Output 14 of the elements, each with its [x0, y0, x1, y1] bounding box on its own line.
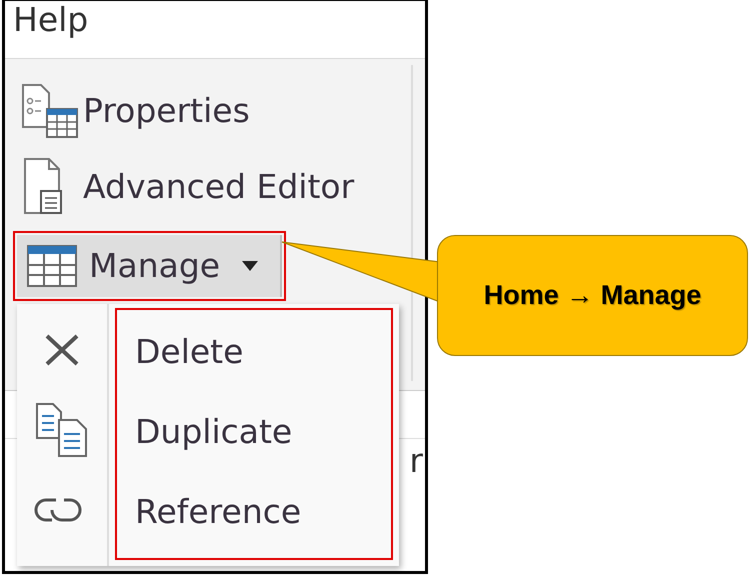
copy-icon — [35, 402, 89, 458]
advanced-editor-button[interactable]: Advanced Editor — [17, 149, 358, 225]
background-text: r — [409, 440, 423, 482]
callout-text: Home → Manage — [484, 279, 702, 312]
ribbon-tab[interactable]: Help — [13, 1, 88, 40]
menu-item[interactable]: Delete — [117, 312, 391, 392]
properties-button[interactable]: Properties — [17, 73, 254, 149]
properties-icon — [21, 83, 79, 139]
menu-item[interactable]: Duplicate — [117, 392, 391, 472]
caret-icon — [242, 261, 258, 271]
menu-item[interactable]: Reference — [117, 472, 391, 552]
table-icon — [27, 245, 77, 287]
manage-button[interactable]: Manage — [17, 235, 282, 297]
close-icon — [44, 333, 80, 367]
